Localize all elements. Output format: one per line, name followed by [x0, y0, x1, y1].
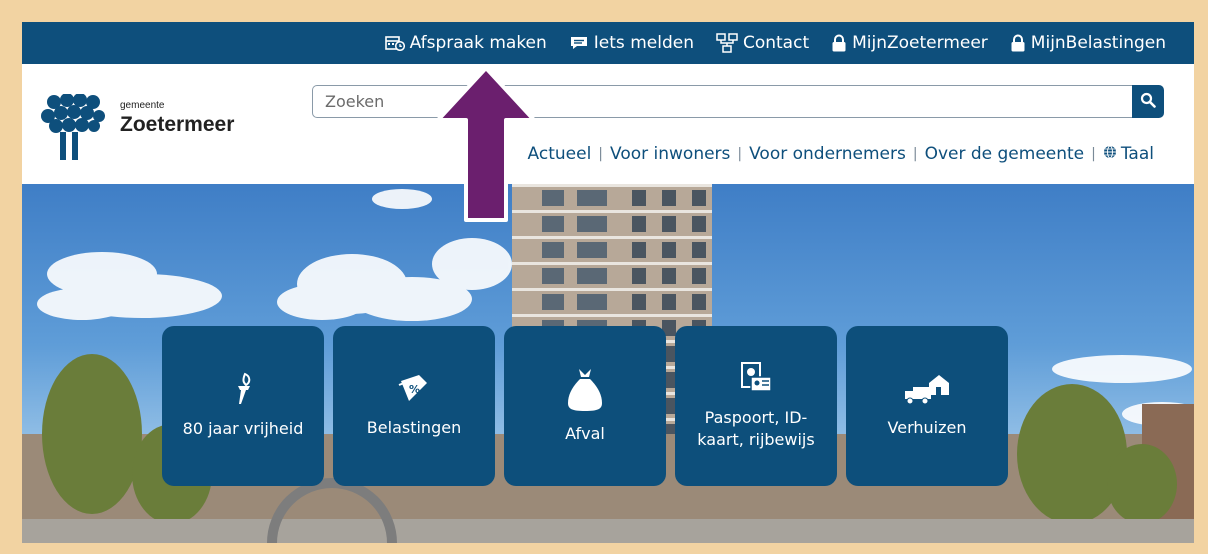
iets-melden-link[interactable]: Iets melden [569, 33, 694, 53]
tile-paspoort-id-kaart-rijbewijs[interactable]: Paspoort, ID-kaart, rijbewijs [675, 326, 837, 486]
site-header: gemeente Zoetermeer Actueel | Voor inwon… [22, 64, 1194, 184]
up-arrow-icon [434, 64, 538, 228]
logo-big-text: Zoetermeer [120, 113, 235, 136]
calendar-clock-icon [384, 35, 405, 51]
zoetermeer-tree-logo-icon [40, 93, 106, 166]
tile-80-jaar-vrijheid[interactable]: 80 jaar vrijheid [162, 326, 324, 486]
nav-separator: | [912, 146, 918, 162]
quick-tiles: 80 jaar vrijheid % Belastingen Afval Pas… [162, 326, 1008, 486]
hero-banner: 80 jaar vrijheid % Belastingen Afval Pas… [22, 184, 1194, 543]
tile-label: 80 jaar vrijheid [182, 419, 304, 438]
iets-melden-label: Iets melden [593, 33, 694, 53]
nav-taal-label: Taal [1120, 144, 1154, 164]
tax-document-icon: % [397, 373, 431, 409]
mijnzoetermeer-link[interactable]: MijnZoetermeer [831, 33, 988, 53]
tile-belastingen[interactable]: % Belastingen [333, 326, 495, 486]
nav-separator: | [737, 146, 743, 162]
torch-icon [231, 372, 255, 410]
nav-taal[interactable]: Taal [1103, 144, 1154, 164]
nav-over-de-gemeente[interactable]: Over de gemeente [925, 144, 1085, 164]
search-icon [1140, 92, 1156, 112]
svg-text:%: % [409, 383, 420, 396]
nav-voor-inwoners[interactable]: Voor inwoners [610, 144, 730, 164]
tile-label: Belastingen [366, 418, 462, 437]
globe-icon [1103, 144, 1117, 164]
top-bar: Afspraak maken Iets melden Contact MijnZ… [22, 22, 1194, 64]
tile-label: Verhuizen [887, 418, 967, 437]
logo-text: gemeente Zoetermeer [120, 100, 234, 137]
id-card-icon [739, 361, 773, 399]
main-nav: Actueel | Voor inwoners | Voor onderneme… [528, 144, 1154, 164]
top-links: Afspraak maken Iets melden Contact MijnZ… [384, 22, 1166, 64]
nav-separator: | [1091, 146, 1096, 162]
site-logo[interactable]: gemeente Zoetermeer [40, 93, 234, 166]
chat-bubble-icon [569, 35, 589, 51]
tile-label: Afval [565, 424, 605, 443]
tile-afval[interactable]: Afval [504, 326, 666, 486]
tile-label: Paspoort, ID-kaart, rijbewijs [697, 408, 815, 449]
nav-voor-ondernemers[interactable]: Voor ondernemers [749, 144, 906, 164]
lock-icon [831, 34, 847, 52]
contact-network-icon [716, 33, 738, 53]
mijnzoetermeer-label: MijnZoetermeer [852, 33, 988, 53]
afspraak-maken-label: Afspraak maken [409, 33, 547, 53]
garbage-bag-icon [568, 367, 602, 415]
lock-icon [1010, 34, 1026, 52]
nav-separator: | [598, 146, 604, 162]
page-frame: Afspraak maken Iets melden Contact MijnZ… [22, 22, 1194, 543]
moving-truck-icon [905, 373, 949, 409]
logo-small-text: gemeente [120, 100, 165, 111]
contact-label: Contact [742, 33, 810, 53]
contact-link[interactable]: Contact [716, 33, 809, 53]
mijnbelastingen-link[interactable]: MijnBelastingen [1010, 33, 1166, 53]
search-button[interactable] [1132, 85, 1164, 118]
mijnbelastingen-label: MijnBelastingen [1030, 33, 1166, 53]
afspraak-maken-link[interactable]: Afspraak maken [384, 33, 547, 53]
tile-verhuizen[interactable]: Verhuizen [846, 326, 1008, 486]
